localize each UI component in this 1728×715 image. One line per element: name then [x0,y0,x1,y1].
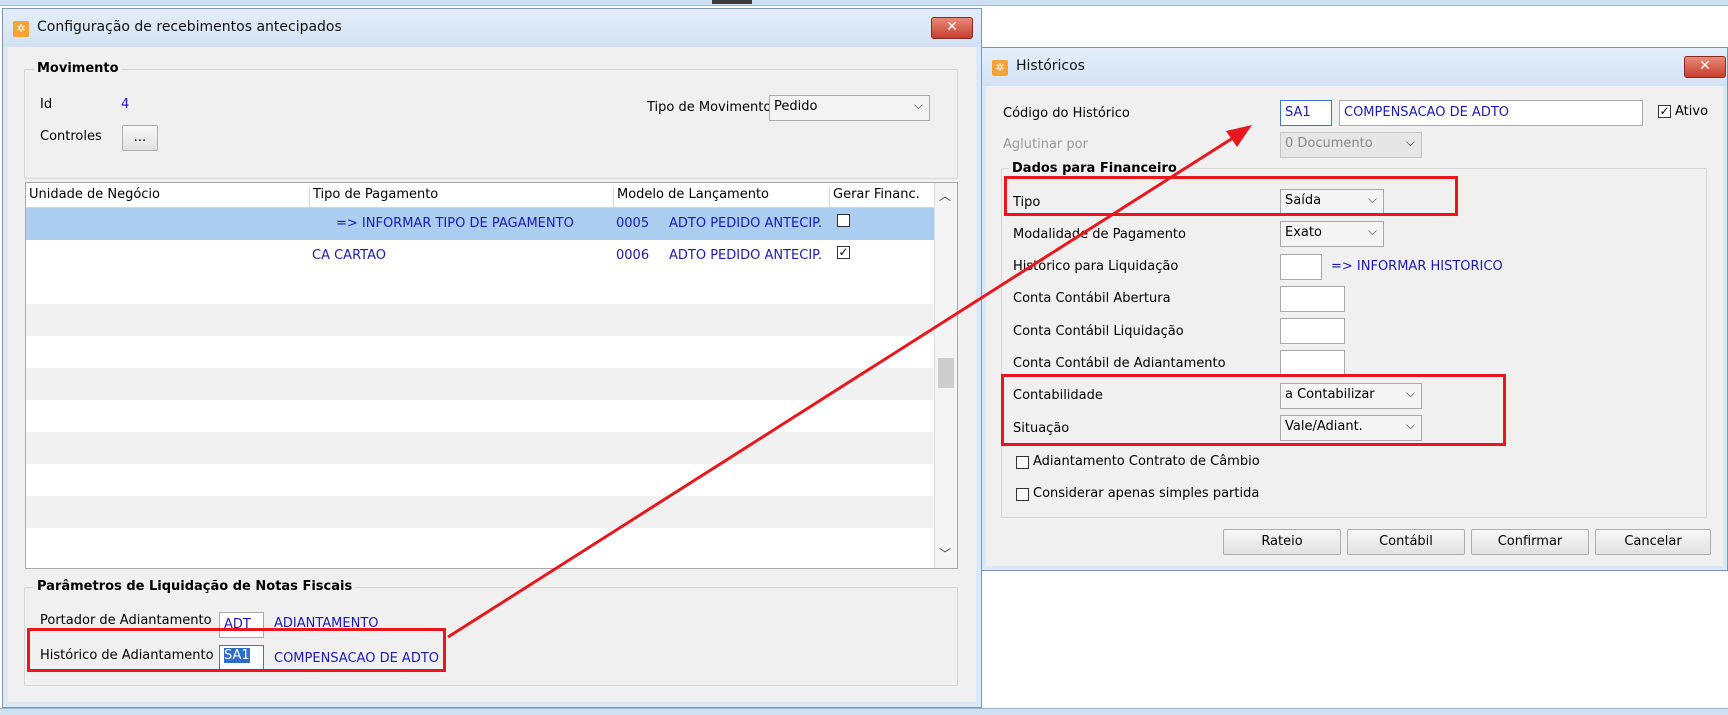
red-arrow-annotation [447,125,1252,639]
